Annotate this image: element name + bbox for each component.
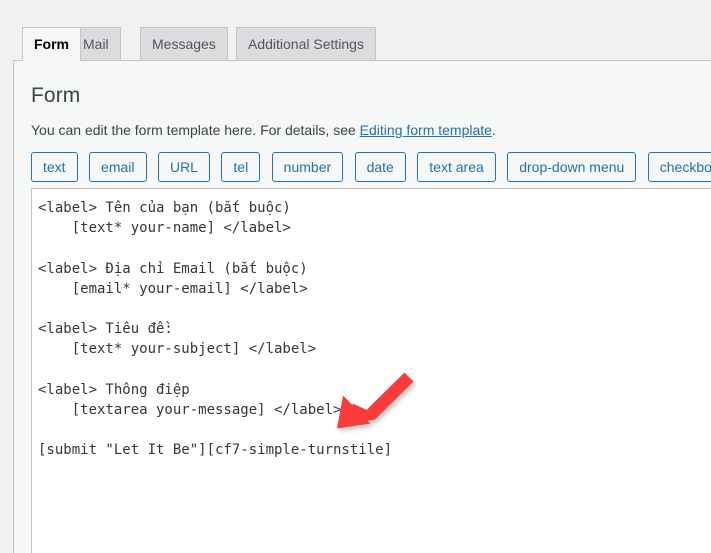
tag-button-email[interactable]: email (89, 152, 147, 182)
editing-form-template-link[interactable]: Editing form template (360, 122, 492, 138)
form-template-code[interactable]: <label> Tên của bạn (bắt buộc) [text* yo… (32, 189, 711, 461)
form-description: You can edit the form template here. For… (31, 121, 711, 139)
tag-button-drop-down-menu[interactable]: drop-down menu (507, 152, 637, 182)
tab-additional-settings[interactable]: Additional Settings (236, 27, 376, 61)
tab-form[interactable]: Form (22, 27, 81, 61)
tag-button-url[interactable]: URL (157, 152, 210, 182)
panel-inner: Form You can edit the form template here… (14, 61, 711, 139)
tag-button-number[interactable]: number (271, 152, 344, 182)
tag-button-text[interactable]: text (31, 152, 78, 182)
page-title: Form (31, 84, 81, 107)
tag-button-text-area[interactable]: text area (417, 152, 496, 182)
tag-generator-button-row: text email URL tel number date text area… (31, 152, 711, 182)
tab-messages-label: Messages (152, 36, 216, 52)
tab-mail-label: Mail (83, 36, 109, 52)
tag-button-tel[interactable]: tel (221, 152, 261, 182)
wordpress-contact-form-7-editor-screen: Form Mail Messages Additional Settings F… (0, 0, 711, 553)
tab-additional-settings-label: Additional Settings (248, 36, 364, 52)
tag-button-date[interactable]: date (354, 152, 406, 182)
tab-messages[interactable]: Messages (140, 27, 228, 61)
form-settings-tab-bar: Form Mail Messages Additional Settings (0, 0, 711, 61)
tag-button-checkboxes[interactable]: checkboxes (647, 152, 711, 182)
form-description-text-before: You can edit the form template here. For… (31, 122, 360, 138)
tab-form-label: Form (34, 36, 69, 52)
form-description-text-after: . (491, 122, 496, 138)
form-template-editor[interactable]: <label> Tên của bạn (bắt buộc) [text* yo… (31, 188, 711, 553)
